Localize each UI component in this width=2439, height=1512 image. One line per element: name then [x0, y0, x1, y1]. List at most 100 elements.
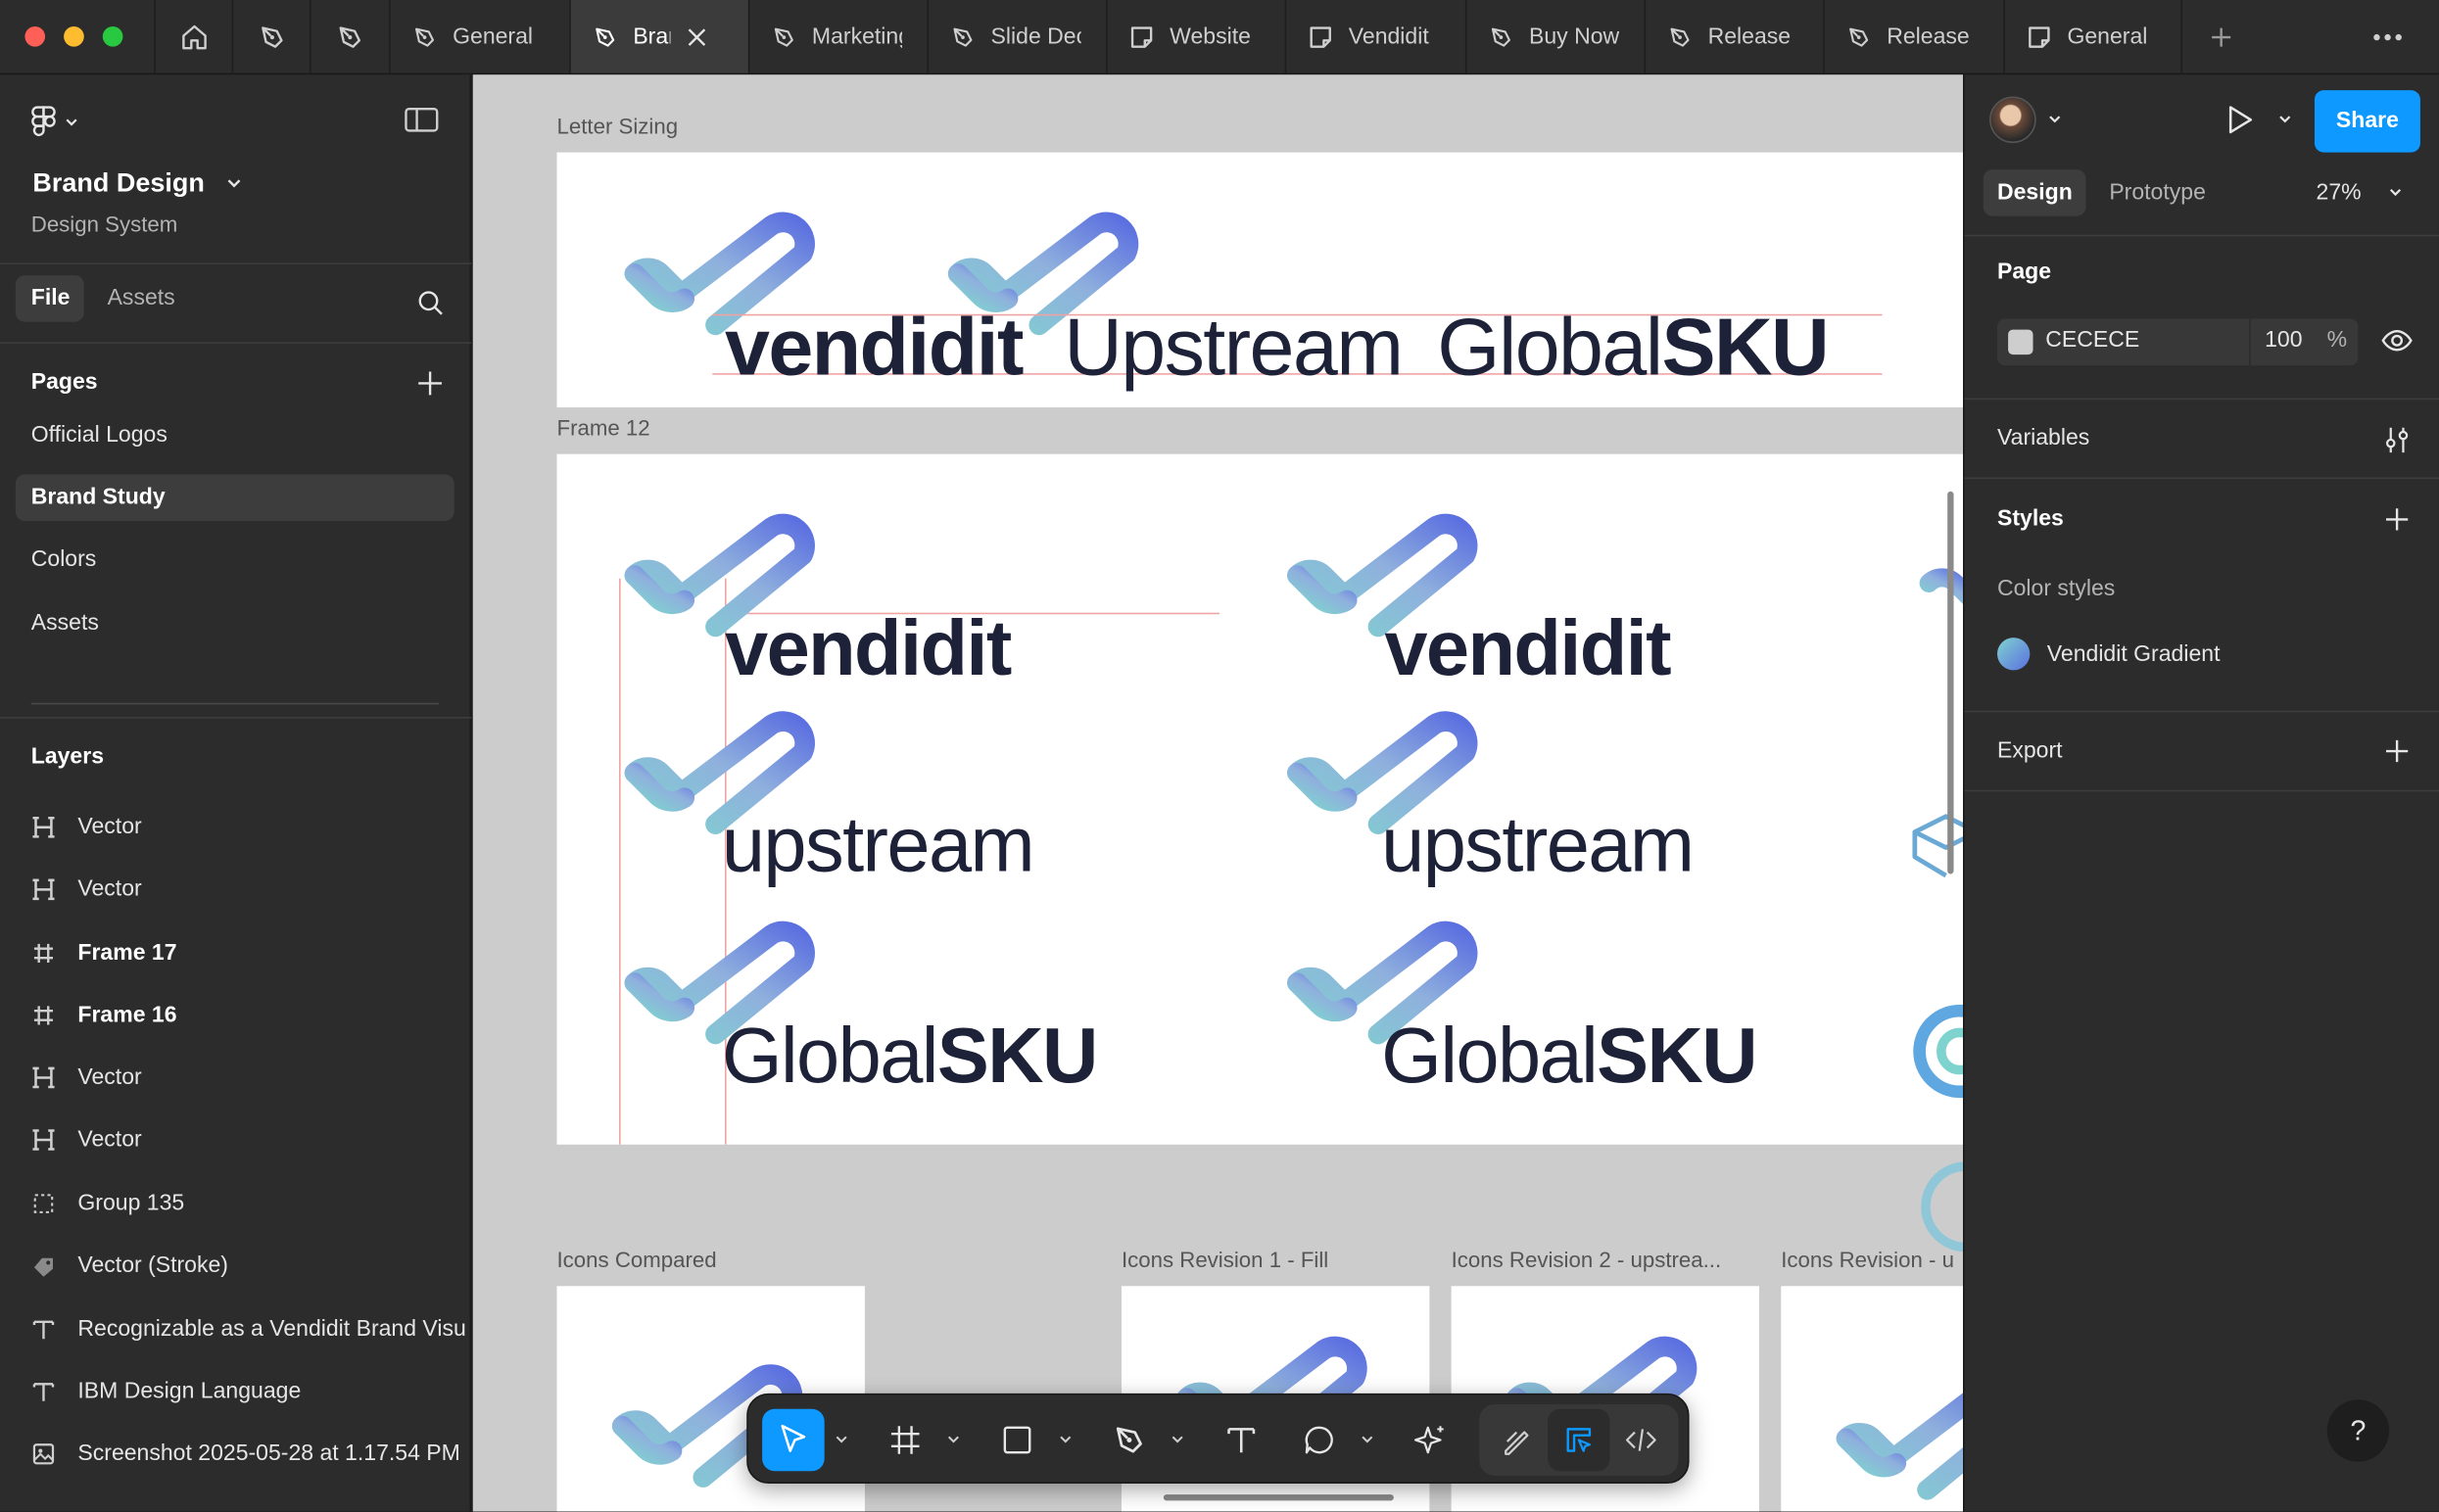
move-tool-button[interactable] [762, 1408, 825, 1472]
user-menu-button[interactable] [1989, 96, 2061, 144]
draw-mode-button[interactable] [1486, 1409, 1549, 1472]
minimize-window-button[interactable] [64, 25, 84, 47]
main-menu-button[interactable] [31, 106, 78, 140]
home-tab[interactable] [154, 0, 231, 73]
page-item[interactable]: Assets [16, 600, 454, 647]
file-tab-7[interactable]: Release [1644, 0, 1824, 73]
file-tab[interactable]: File [15, 275, 84, 322]
layer-item[interactable]: Vector [31, 873, 142, 907]
frame-label-icons-rev1[interactable]: Icons Revision 1 - Fill [1122, 1248, 1328, 1272]
page-item[interactable]: Official Logos [16, 412, 454, 459]
chevron-down-icon[interactable] [1362, 1434, 1374, 1446]
chevron-down-icon[interactable] [947, 1434, 960, 1446]
toggle-sidebar-button[interactable] [405, 106, 439, 142]
frame-label-icons-rev2[interactable]: Icons Revision 2 - upstrea... [1452, 1248, 1722, 1272]
file-tab-4[interactable]: Website [1106, 0, 1285, 73]
close-tab-icon[interactable] [686, 25, 707, 47]
pages-resize-handle[interactable] [30, 702, 439, 705]
sliders-icon [2385, 427, 2409, 453]
layer-item[interactable]: Group 135 [31, 1187, 184, 1221]
layer-item[interactable]: Recognizable as a Vendidit Brand Visu [31, 1312, 466, 1347]
page-color-swatch[interactable] [2008, 329, 2033, 355]
text-tool-button[interactable] [1210, 1409, 1272, 1472]
share-button[interactable]: Share [2314, 90, 2420, 153]
chevron-down-icon[interactable] [1059, 1434, 1072, 1446]
assets-tab[interactable]: Assets [108, 286, 175, 310]
canvas[interactable]: Letter Sizing vendidit Upstream GlobalSK… [472, 74, 1964, 1512]
dev-mode-button[interactable] [1610, 1409, 1673, 1472]
horizontal-scrollbar[interactable] [1163, 1494, 1394, 1501]
frame-icon [31, 1003, 56, 1027]
search-button[interactable] [417, 289, 446, 325]
shape-tool-button[interactable] [986, 1409, 1049, 1472]
new-tab-button[interactable] [2180, 0, 2258, 73]
comment-tool-button[interactable] [1288, 1409, 1351, 1472]
file-tab-9[interactable]: General [2003, 0, 2180, 73]
file-tab-3[interactable]: Slide Deck [927, 0, 1106, 73]
home-icon [181, 24, 207, 49]
add-export-button[interactable] [2384, 738, 2409, 771]
prototype-tab[interactable]: Prototype [2109, 180, 2206, 205]
color-style-item[interactable]: Vendidit Gradient [1996, 638, 2220, 671]
vertical-scrollbar[interactable] [1947, 491, 1954, 874]
pen-tool-button[interactable] [1098, 1409, 1161, 1472]
file-tab-6[interactable]: Buy Now [1464, 0, 1645, 73]
frame-grid-icon [890, 1426, 920, 1454]
present-button[interactable] [2225, 104, 2291, 135]
variables-settings-button[interactable] [2384, 426, 2409, 462]
layer-item[interactable]: Vector [31, 1061, 142, 1095]
frame-12[interactable]: vendidit upstream GlobalSKU vendidit ups… [556, 453, 1964, 1145]
tab-bar: General Brand Design Marketing Slide Deck We… [0, 0, 2439, 75]
file-tab-5[interactable]: Vendidit [1284, 0, 1465, 73]
page-item[interactable]: Colors [16, 537, 454, 584]
file-tab-2[interactable]: Marketing [747, 0, 928, 73]
layer-item[interactable]: Frame 17 [31, 936, 177, 970]
page-item-label: Assets [30, 611, 99, 637]
zoom-menu[interactable]: 27% [2317, 180, 2402, 206]
frame-label-icons-compared[interactable]: Icons Compared [557, 1248, 717, 1272]
layer-item[interactable]: IBM Design Language [31, 1375, 301, 1409]
page-opacity[interactable]: 100 [2265, 328, 2302, 353]
page-item[interactable]: Brand Study [15, 474, 454, 521]
layer-item[interactable]: Frame 16 [31, 998, 177, 1032]
page-color-hex[interactable]: CECECE [2045, 328, 2139, 353]
file-tab-8[interactable]: Release [1823, 0, 2003, 73]
help-button[interactable]: ? [2326, 1399, 2390, 1462]
more-menu-button[interactable] [2349, 0, 2426, 73]
layer-item[interactable]: Vector [31, 810, 142, 844]
toggle-visibility-button[interactable] [2381, 328, 2413, 360]
maximize-window-button[interactable] [102, 25, 123, 47]
ai-tools-button[interactable] [1400, 1409, 1462, 1472]
wordmark-global-text: Global [721, 1012, 939, 1100]
frame-label-letter-sizing[interactable]: Letter Sizing [557, 114, 679, 138]
chevron-down-icon[interactable] [836, 1434, 848, 1446]
design-tab[interactable]: Design [1983, 169, 2086, 216]
frame-tool-button[interactable] [874, 1409, 936, 1472]
export-title[interactable]: Export [1997, 738, 2063, 763]
add-page-button[interactable] [417, 370, 444, 404]
frame-letter-sizing[interactable]: vendidit Upstream GlobalSKU [556, 152, 1964, 408]
design-tab-icon-only-2[interactable] [310, 0, 387, 73]
wordmark-sku-text: SKU [1597, 1012, 1757, 1100]
frame-icons-rev3[interactable] [1781, 1286, 1964, 1512]
comment-icon [1305, 1426, 1333, 1454]
frame-label-frame12[interactable]: Frame 12 [557, 415, 650, 440]
file-name-button[interactable]: Brand Design [32, 168, 240, 200]
vector-icon [31, 877, 56, 902]
file-tab-0[interactable]: General [389, 0, 569, 73]
pen-nib-icon [1849, 26, 1869, 46]
frame-label-icons-rev3[interactable]: Icons Revision - u [1781, 1248, 1954, 1272]
close-window-button[interactable] [24, 25, 46, 47]
design-tab-icon-only[interactable] [231, 0, 310, 73]
page-color-field[interactable]: CECECE 100 % [1996, 318, 2359, 366]
design-mode-button[interactable] [1548, 1408, 1610, 1472]
add-style-button[interactable] [2384, 507, 2409, 540]
variables-title[interactable]: Variables [1997, 426, 2089, 450]
layer-item[interactable]: Vector [31, 1123, 142, 1158]
file-tab-1[interactable]: Brand Design [569, 0, 748, 73]
bottom-toolbar [746, 1393, 1690, 1484]
layer-item[interactable]: Screenshot 2025-05-28 at 1.17.54 PM [31, 1437, 460, 1471]
chevron-down-icon[interactable] [1172, 1434, 1184, 1446]
tab-label: Release [1887, 24, 1970, 50]
layer-item[interactable]: Vector (Stroke) [31, 1249, 228, 1283]
